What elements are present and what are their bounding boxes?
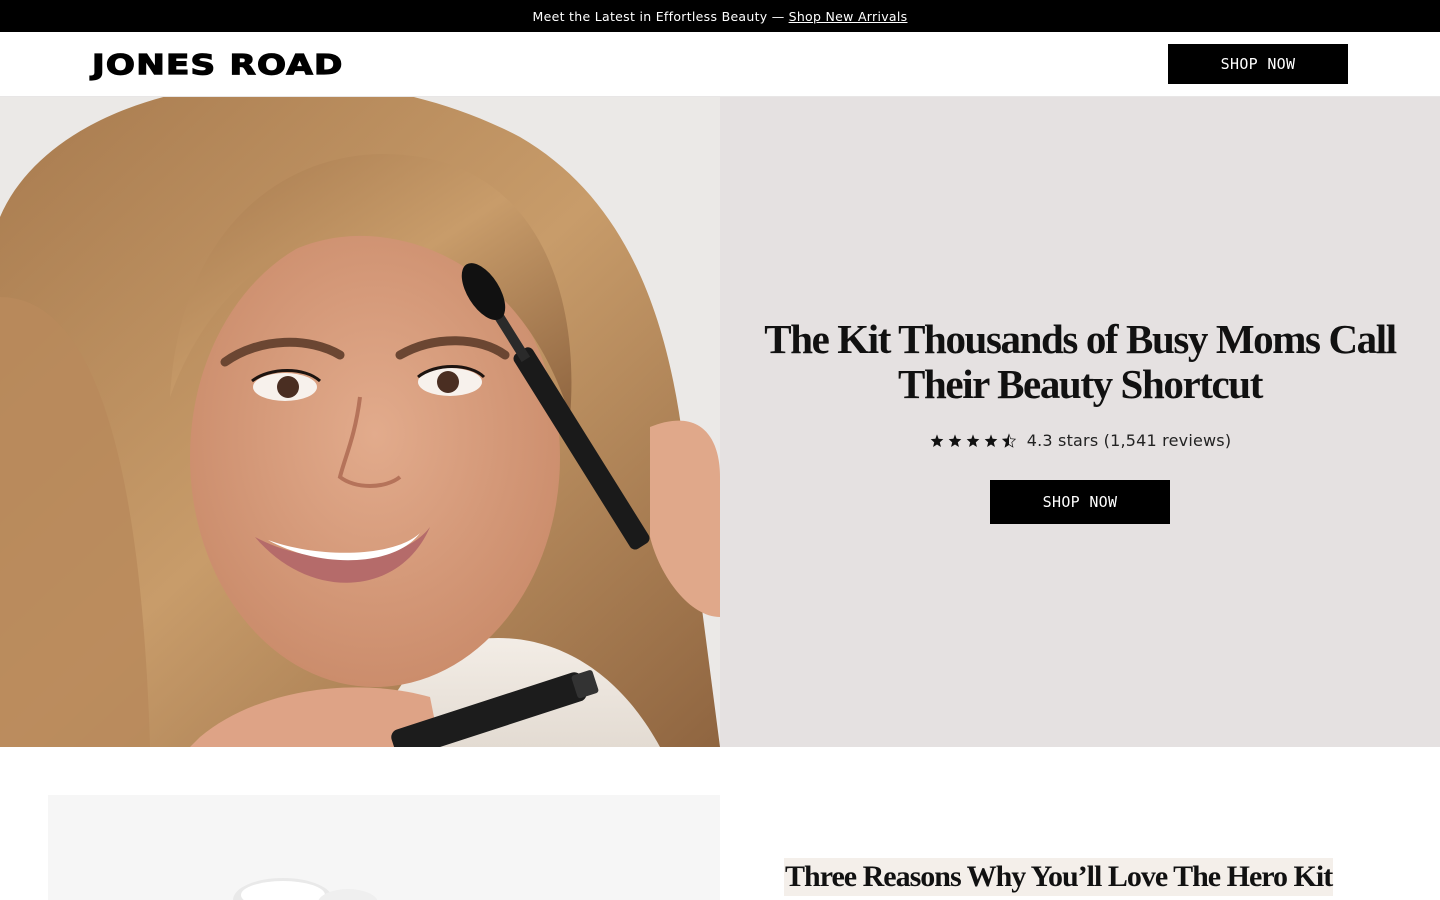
rating-text: 4.3 stars (1,541 reviews) xyxy=(1026,431,1232,450)
hero-title: The Kit Thousands of Busy Moms Call Thei… xyxy=(764,316,1397,407)
announcement-text: Meet the Latest in Effortless Beauty — xyxy=(532,8,785,24)
site-header: JONES ROAD SHOP NOW xyxy=(0,32,1440,97)
section-title: Three Reasons Why You’ll Love The Hero K… xyxy=(784,858,1333,896)
star-rating xyxy=(929,432,1017,449)
announcement-bar: Meet the Latest in Effortless Beauty — S… xyxy=(0,0,1440,32)
product-photo-illustration xyxy=(48,795,720,900)
brand-logo[interactable]: JONES ROAD xyxy=(91,47,344,81)
rating[interactable]: 4.3 stars (1,541 reviews) xyxy=(720,431,1440,450)
hero-copy-panel: The Kit Thousands of Busy Moms Call Thei… xyxy=(720,97,1440,747)
half-star-icon xyxy=(1001,432,1016,448)
product-image xyxy=(48,795,720,900)
hero-photo-illustration xyxy=(0,97,720,747)
header-shop-now-button[interactable]: SHOP NOW xyxy=(1168,44,1348,84)
announcement-link[interactable]: Shop New Arrivals xyxy=(789,9,908,24)
hero-image xyxy=(0,97,720,747)
star-icon xyxy=(948,433,962,447)
star-icon xyxy=(966,433,980,447)
star-icon xyxy=(984,433,998,447)
star-icon xyxy=(930,433,944,447)
hero-shop-now-button[interactable]: SHOP NOW xyxy=(990,480,1170,524)
